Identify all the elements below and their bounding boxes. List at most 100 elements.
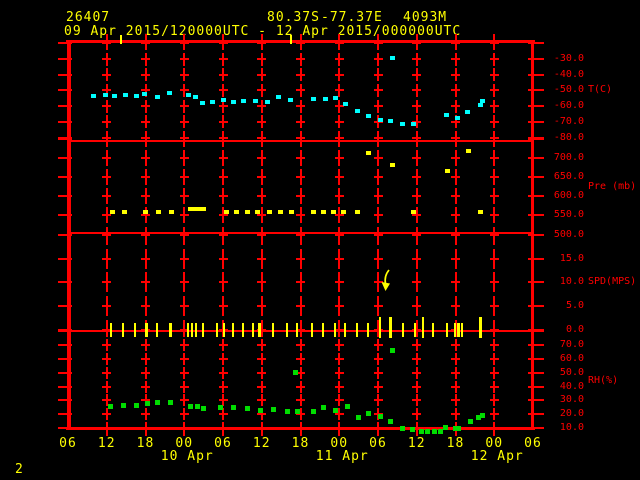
humidity-point xyxy=(107,404,113,410)
temperature-point xyxy=(210,99,216,104)
temperature-point xyxy=(410,121,416,126)
temperature-point xyxy=(91,93,97,98)
wind-barb xyxy=(110,323,113,337)
wind-barb xyxy=(446,323,449,337)
temperature-point xyxy=(186,93,192,98)
temperature-point xyxy=(102,93,108,98)
temperature-point xyxy=(454,115,460,120)
humidity-point xyxy=(230,404,236,410)
wind-barb xyxy=(453,323,456,337)
pressure-point xyxy=(288,210,294,214)
temperature-point xyxy=(275,95,281,100)
wind-barb xyxy=(223,323,226,337)
temperature-point xyxy=(479,99,485,103)
temperature-point xyxy=(390,56,396,61)
x-tick-label: 12 xyxy=(252,436,271,451)
humidity-point xyxy=(443,425,449,431)
temperature-point xyxy=(288,98,294,103)
pressure-point xyxy=(465,149,471,154)
humidity-point xyxy=(377,413,383,419)
pressure-point xyxy=(155,209,161,214)
humidity-point xyxy=(399,425,405,431)
temperature-point xyxy=(193,95,199,100)
temperature-point xyxy=(310,96,316,101)
humidity-point xyxy=(133,403,139,409)
humidity-point xyxy=(284,408,290,414)
humidity-point xyxy=(244,405,250,411)
humidity-point xyxy=(270,407,276,413)
temperature-point xyxy=(166,90,172,95)
pressure-point xyxy=(321,210,327,214)
x-tick-label: 18 xyxy=(291,436,310,451)
pressure-point xyxy=(330,210,336,214)
wind-barb xyxy=(478,317,482,338)
wind-barb xyxy=(285,323,288,337)
wind-barb xyxy=(242,323,245,337)
wind-barb xyxy=(271,323,274,337)
wind-barb xyxy=(431,323,434,337)
wind-barb xyxy=(251,323,254,337)
top-mark xyxy=(289,35,292,44)
humidity-point xyxy=(155,400,161,405)
humidity-point xyxy=(295,408,301,414)
data-layer: 06 12 18 00 06 12 18 00 06 12 18 00 06 10 Apr 11 Apr 12… xyxy=(0,0,640,480)
pressure-point xyxy=(168,209,174,214)
temperature-point xyxy=(264,99,270,104)
wind-barb xyxy=(422,317,425,338)
pressure-point xyxy=(355,210,361,214)
pressure-point xyxy=(200,206,206,211)
pressure-point xyxy=(341,210,347,214)
humidity-point xyxy=(345,404,350,410)
wind-barb xyxy=(258,323,262,337)
wind-barb xyxy=(460,323,463,337)
temperature-point xyxy=(221,98,226,103)
date-label: 11 Apr xyxy=(315,449,369,464)
wind-arrow-icon xyxy=(377,268,397,296)
wind-barb xyxy=(231,323,234,337)
temperature-point xyxy=(241,99,247,103)
temperature-point xyxy=(399,121,405,126)
humidity-point xyxy=(332,408,338,414)
date-label: 12 Apr xyxy=(470,449,524,464)
pressure-point xyxy=(244,210,250,214)
x-tick-label: 06 xyxy=(59,436,77,451)
pressure-point xyxy=(233,210,239,214)
pressure-point xyxy=(224,210,230,214)
humidity-point xyxy=(355,414,361,420)
temperature-point xyxy=(388,118,394,123)
temperature-point xyxy=(155,95,161,100)
top-mark xyxy=(119,35,122,44)
pressure-point xyxy=(310,210,316,214)
wind-barb xyxy=(356,323,359,337)
pressure-point xyxy=(122,209,128,214)
humidity-point xyxy=(456,425,462,431)
humidity-point xyxy=(419,429,425,435)
temperature-point xyxy=(142,92,148,97)
temperature-point xyxy=(133,93,139,98)
humidity-point xyxy=(410,426,416,432)
humidity-point xyxy=(390,348,396,354)
plot-screen: 26407 80.37S -77.37E 4093M 09 Apr 2015/1… xyxy=(0,0,640,480)
temperature-point xyxy=(478,102,484,107)
wind-barb xyxy=(456,323,460,337)
humidity-point xyxy=(188,404,194,410)
temperature-point xyxy=(111,93,117,98)
humidity-point xyxy=(321,404,327,410)
temperature-point xyxy=(323,96,329,101)
temperature-point xyxy=(253,99,259,103)
x-tick-label: 18 xyxy=(136,436,155,451)
pressure-point xyxy=(255,210,261,214)
temperature-point xyxy=(443,113,449,117)
x-tick-label: 18 xyxy=(446,436,465,451)
humidity-point xyxy=(432,429,438,435)
pressure-point xyxy=(445,169,451,174)
humidity-point xyxy=(467,418,473,424)
wind-barb xyxy=(413,323,416,337)
wind-barb xyxy=(333,323,336,337)
wind-barb xyxy=(134,323,137,337)
wind-barb xyxy=(194,323,197,337)
pressure-point xyxy=(390,162,396,167)
wind-barb xyxy=(201,323,204,337)
temperature-point xyxy=(231,99,237,104)
humidity-point xyxy=(310,408,316,414)
